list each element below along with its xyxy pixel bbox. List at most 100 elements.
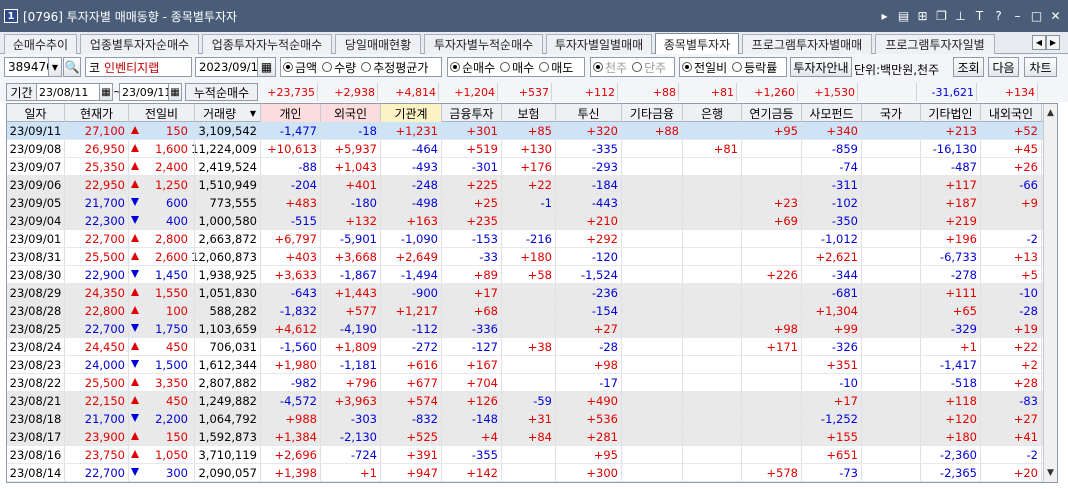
investor-info-button[interactable]: 투자자안내 [790, 57, 852, 77]
investor-grid[interactable]: 일자 현재가 전일비 거래량 개인 외국인 기관계 금융투자 보험 투신 기타금융 은행 연기금등 사모펀… [6, 103, 1058, 483]
minimize-icon[interactable]: – [1011, 9, 1024, 23]
date-input[interactable]: 2023/09/11 [195, 57, 265, 77]
table-row[interactable]: 23/09/07 25,350 2,419,524 -88 +1,043 -493 -301… [7, 158, 1045, 176]
column-header[interactable]: 전일비 [129, 104, 195, 122]
column-header[interactable]: 개인 [261, 104, 321, 122]
column-header[interactable]: 기관계 [381, 104, 442, 122]
radio-net-buy[interactable]: 순매수 [448, 59, 495, 76]
calendar-from-icon[interactable]: ▦ [99, 83, 113, 101]
column-header[interactable]: 투신 [556, 104, 622, 122]
radio-change-rate[interactable]: 등락률 [730, 59, 777, 76]
vertical-scrollbar[interactable]: ▲ ▼ [1043, 104, 1057, 482]
investor-value-cell: +85 [502, 122, 556, 139]
scroll-down-icon[interactable]: ▼ [1044, 466, 1057, 480]
radio-single-shares[interactable]: 단주 [630, 59, 666, 76]
investor-value-cell: +2 [981, 356, 1042, 373]
radio-est-avg-price[interactable]: 추정평균가 [359, 59, 428, 76]
link-icon[interactable]: ⊞ [916, 9, 929, 23]
table-row[interactable]: 23/09/05 21,700 773,555 +483 -180 -498 +25 -1 -4… [7, 194, 1045, 212]
radio-prev-day[interactable]: 전일비 [680, 59, 727, 76]
table-row[interactable]: 23/08/31 25,500 12,060,873 +403 +3,668 +2,649… [7, 248, 1045, 266]
table-row[interactable]: 23/08/30 22,900 1,938,925 +3,633 -1,867 -1,49… [7, 266, 1045, 284]
column-header[interactable]: 기타금융 [622, 104, 683, 122]
radio-thousand-shares[interactable]: 천주 [591, 59, 627, 76]
tab-left-icon[interactable]: ◀ [1032, 35, 1046, 50]
investor-value-cell: +2,696 [261, 446, 321, 463]
volume-sort-icon[interactable]: ▼ [245, 104, 261, 122]
table-row[interactable]: 23/08/16 23,750 3,710,119 +2,696 -724 +391 -35… [7, 446, 1045, 464]
copy-icon[interactable]: ❐ [935, 9, 948, 23]
table-row[interactable]: 23/08/14 22,700 2,090,057 +1,398 +1 +947 +142 +… [7, 464, 1045, 482]
calendar-icon[interactable]: ▦ [257, 57, 276, 77]
maximize-icon[interactable]: □ [1030, 9, 1043, 23]
pin-icon[interactable]: ⊥ [954, 9, 967, 23]
table-row[interactable]: 23/08/24 24,450 706,031 -1,560 +1,809 -272 -12… [7, 338, 1045, 356]
investor-value-cell: -10 [981, 284, 1042, 301]
column-header[interactable]: 금융투자 [442, 104, 502, 122]
table-row[interactable]: 23/09/01 22,700 2,663,872 +6,797 -5,901 -1,09… [7, 230, 1045, 248]
code-dropdown-icon[interactable]: ▼ [48, 57, 62, 77]
next-button[interactable]: 다음 [988, 57, 1019, 77]
period-to-input[interactable]: 23/09/11 [119, 83, 171, 101]
tab-sector-investor-cum-net-buy[interactable]: 업종투자자누적순매수 [202, 34, 332, 54]
table-row[interactable]: 23/08/28 22,800 588,282 -1,832 +577 +1,217 +68… [7, 302, 1045, 320]
table-row[interactable]: 23/08/21 22,150 1,249,882 -4,572 +3,963 +574 +… [7, 392, 1045, 410]
investor-value-cell: +225 [442, 176, 502, 193]
table-row[interactable]: 23/09/06 22,950 1,510,949 -204 +401 -248 +225 +… [7, 176, 1045, 194]
help-icon[interactable]: ? [992, 9, 1005, 23]
column-header[interactable]: 보험 [502, 104, 556, 122]
table-row[interactable]: 23/09/11 27,100 3,109,542 -1,477 -18 +1,231 +3… [7, 122, 1045, 140]
investor-value-cell: +69 [742, 212, 802, 229]
tab-program-investor-daily[interactable]: 프로그램투자자일별 [875, 34, 995, 54]
date-cell: 23/08/16 [7, 446, 65, 463]
column-header[interactable]: 은행 [683, 104, 742, 122]
memo-icon[interactable]: ▤ [897, 9, 910, 23]
tab-program-investor-trade[interactable]: 프로그램투자자별매매 [742, 34, 872, 54]
tab-sector-investor-net-buy[interactable]: 업종별투자자순매수 [80, 34, 199, 54]
tab-investor-daily-trade[interactable]: 투자자별일별매매 [546, 34, 652, 54]
period-from-input[interactable]: 23/08/11 [36, 83, 100, 101]
column-header[interactable]: 외국인 [321, 104, 381, 122]
table-row[interactable]: 23/08/22 25,500 2,807,882 -982 +796 +677 +704 -… [7, 374, 1045, 392]
column-header[interactable]: 사모펀드 [802, 104, 862, 122]
column-header[interactable]: 연기금등 [742, 104, 802, 122]
table-row[interactable]: 23/09/08 26,950 11,224,009 +10,613 +5,937 -46… [7, 140, 1045, 158]
table-row[interactable]: 23/08/25 22,700 1,103,659 +4,612 -4,190 -112-… [7, 320, 1045, 338]
close-icon[interactable]: ✕ [1049, 9, 1062, 23]
calendar-to-icon[interactable]: ▦ [168, 83, 182, 101]
radio-buy[interactable]: 매수 [498, 59, 534, 76]
change-cell: 1,050 [129, 446, 195, 463]
tab-daily-trade-status[interactable]: 당일매매현황 [335, 34, 421, 54]
stock-code-input[interactable]: 389470 [4, 57, 54, 77]
table-row[interactable]: 23/08/18 21,700 1,064,792 +988 -303 -832 -148 +… [7, 410, 1045, 428]
tab-investor-cum-net-buy[interactable]: 투자자별누적순매수 [424, 34, 543, 54]
chart-button[interactable]: 차트 [1024, 57, 1057, 77]
search-icon[interactable]: 🔍 [63, 57, 81, 77]
font-icon[interactable]: T [973, 9, 986, 23]
table-row[interactable]: 23/08/23 24,000 1,612,344 +1,980 -1,181 +616 +… [7, 356, 1045, 374]
tab-right-icon[interactable]: ▶ [1046, 35, 1060, 50]
table-row[interactable]: 23/08/17 23,900 1,592,873 +1,384 -2,130 +525 +… [7, 428, 1045, 446]
next-icon[interactable]: ▸ [878, 9, 891, 23]
radio-amount[interactable]: 금액 [281, 59, 317, 76]
column-header[interactable]: 내외국인 [981, 104, 1042, 122]
tab-net-buy-trend[interactable]: 순매수추이 [4, 34, 77, 54]
radio-quantity[interactable]: 수량 [320, 59, 356, 76]
volume-cell: 1,938,925 [195, 266, 261, 283]
tab-stock-investor[interactable]: 종목별투자자 [655, 33, 739, 55]
scroll-up-icon[interactable]: ▲ [1044, 106, 1057, 120]
column-header[interactable]: 국가 [862, 104, 921, 122]
investor-value-cell: +536 [556, 410, 622, 427]
search-button[interactable]: 조회 [953, 57, 984, 77]
stock-name-field[interactable]: 코 인벤티지랩 [85, 57, 192, 77]
column-header[interactable]: 일자 [7, 104, 65, 122]
change-cell: 300 [129, 464, 195, 481]
table-row[interactable]: 23/09/04 22,300 1,000,580 -515 +132 +163 +235 +… [7, 212, 1045, 230]
radio-sell[interactable]: 매도 [537, 59, 573, 76]
stock-name: 인벤티지랩 [104, 60, 160, 75]
table-row[interactable]: 23/08/29 24,350 1,051,830 -643 +1,443 -900 +17… [7, 284, 1045, 302]
up-triangle-icon [131, 252, 139, 260]
investor-value-cell: +155 [802, 428, 862, 445]
column-header[interactable]: 현재가 [65, 104, 129, 122]
column-header[interactable]: 기타법인 [921, 104, 981, 122]
